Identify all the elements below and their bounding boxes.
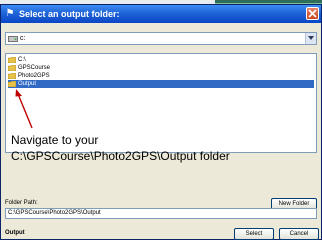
annotation-line-1: Navigate to your	[11, 133, 99, 147]
drive-select[interactable]: c:	[5, 32, 317, 45]
tree-item-photo2gps[interactable]: Photo2GPS	[8, 72, 68, 80]
close-button[interactable]	[306, 7, 319, 20]
annotation-line-2: C:\GPSCourse\Photo2GPS\Output folder	[11, 149, 230, 163]
folder-icon	[8, 65, 16, 71]
dialog-title: Select an output folder:	[19, 9, 120, 19]
folder-icon	[8, 73, 16, 79]
drive-dropdown-button[interactable]	[305, 33, 316, 44]
folder-icon	[8, 81, 16, 87]
drive-icon	[8, 36, 18, 42]
tree-item-c-drive[interactable]: C:\	[8, 56, 48, 64]
tree-item-gpscourse[interactable]: GPSCourse	[8, 64, 68, 72]
folder-path-field[interactable]: C:\GPSCourse\Photo2GPS\Output	[5, 208, 317, 219]
drive-value: c:	[20, 35, 26, 42]
select-button[interactable]: Select	[234, 228, 274, 240]
tree-item-label: Photo2GPS	[18, 73, 50, 79]
cancel-button[interactable]: Cancel	[279, 228, 319, 240]
annotation-arrow-icon	[15, 89, 33, 129]
selected-folder-status: Output	[5, 230, 25, 236]
tree-item-label: GPSCourse	[18, 65, 51, 71]
tree-item-label: Output	[18, 81, 37, 87]
select-folder-dialog: ⚑ Select an output folder: c: C:\ GPSCou…	[0, 4, 322, 240]
tree-item-label: C:\	[18, 57, 26, 63]
dialog-titlebar: ⚑ Select an output folder:	[1, 5, 321, 23]
chevron-down-icon	[308, 36, 314, 40]
annotation-text: Navigate to your C:\GPSCourse\Photo2GPS\…	[11, 132, 230, 164]
close-icon	[308, 9, 317, 18]
folder-path-label: Folder Path:	[5, 200, 38, 206]
dialog-icon: ⚑	[5, 8, 15, 19]
tree-item-output[interactable]: Output	[8, 80, 314, 88]
folder-icon	[8, 57, 16, 63]
